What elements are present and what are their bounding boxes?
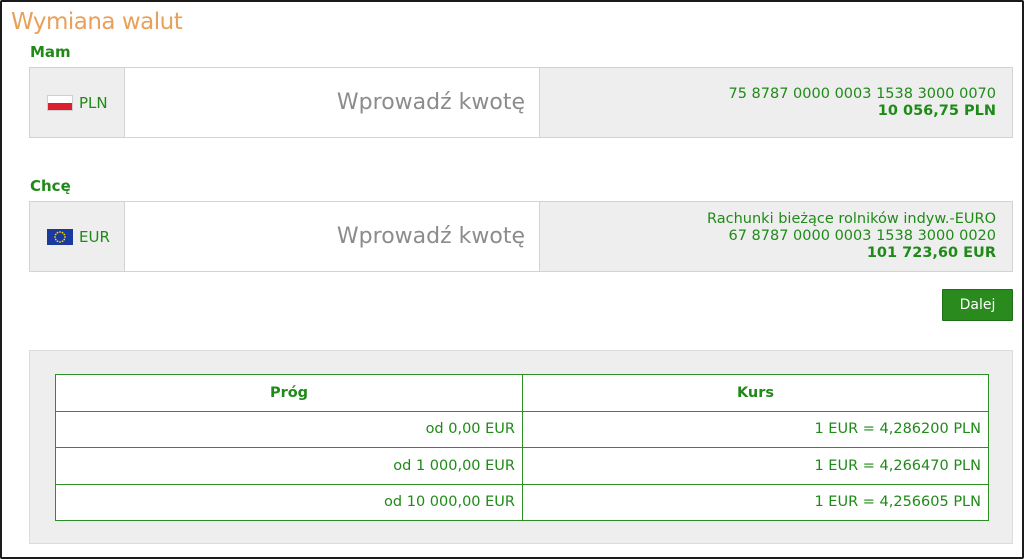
page-title: Wymiana walut [11, 9, 183, 35]
rate-cell: 1 EUR = 4,286200 PLN [522, 410, 989, 448]
rates-panel: Próg Kurs od 0,00 EUR 1 EUR = 4,286200 P… [29, 350, 1013, 544]
rates-header-row: Próg Kurs [55, 374, 989, 412]
table-row: od 1 000,00 EUR 1 EUR = 4,266470 PLN [55, 447, 989, 485]
rate-header: Kurs [522, 374, 989, 412]
have-account-select[interactable]: 75 8787 0000 0003 1538 3000 0070 10 056,… [728, 68, 996, 137]
have-currency-code: PLN [79, 93, 108, 112]
want-account-name: Rachunki bieżące rolników indyw.-EURO [707, 211, 996, 227]
want-amount-input[interactable] [124, 202, 540, 271]
threshold-header: Próg [55, 374, 523, 412]
rate-cell: 1 EUR = 4,266470 PLN [522, 447, 989, 485]
rates-table: Próg Kurs od 0,00 EUR 1 EUR = 4,286200 P… [55, 374, 989, 521]
table-row: od 10 000,00 EUR 1 EUR = 4,256605 PLN [55, 483, 989, 521]
have-amount-input[interactable] [124, 68, 540, 137]
have-currency-row: PLN 75 8787 0000 0003 1538 3000 0070 10 … [29, 67, 1013, 138]
have-account-balance: 10 056,75 PLN [877, 102, 996, 119]
have-currency-select[interactable]: PLN [30, 68, 124, 137]
table-row: od 0,00 EUR 1 EUR = 4,286200 PLN [55, 410, 989, 448]
have-account-number: 75 8787 0000 0003 1538 3000 0070 [728, 85, 996, 102]
eu-flag-icon [47, 228, 73, 245]
have-label: Mam [30, 43, 71, 61]
rate-cell: 1 EUR = 4,256605 PLN [522, 483, 989, 521]
want-label: Chcę [30, 177, 71, 195]
threshold-cell: od 0,00 EUR [55, 410, 523, 448]
want-account-number: 67 8787 0000 0003 1538 3000 0020 [728, 228, 996, 244]
next-button[interactable]: Dalej [942, 289, 1013, 321]
want-currency-select[interactable]: EUR [30, 202, 124, 271]
want-account-balance: 101 723,60 EUR [866, 245, 996, 261]
threshold-cell: od 1 000,00 EUR [55, 447, 523, 485]
poland-flag-icon [47, 94, 73, 111]
want-currency-code: EUR [79, 227, 110, 246]
threshold-cell: od 10 000,00 EUR [55, 483, 523, 521]
want-account-select[interactable]: Rachunki bieżące rolników indyw.-EURO 67… [707, 202, 996, 271]
want-currency-row: EUR Rachunki bieżące rolników indyw.-EUR… [29, 201, 1013, 272]
